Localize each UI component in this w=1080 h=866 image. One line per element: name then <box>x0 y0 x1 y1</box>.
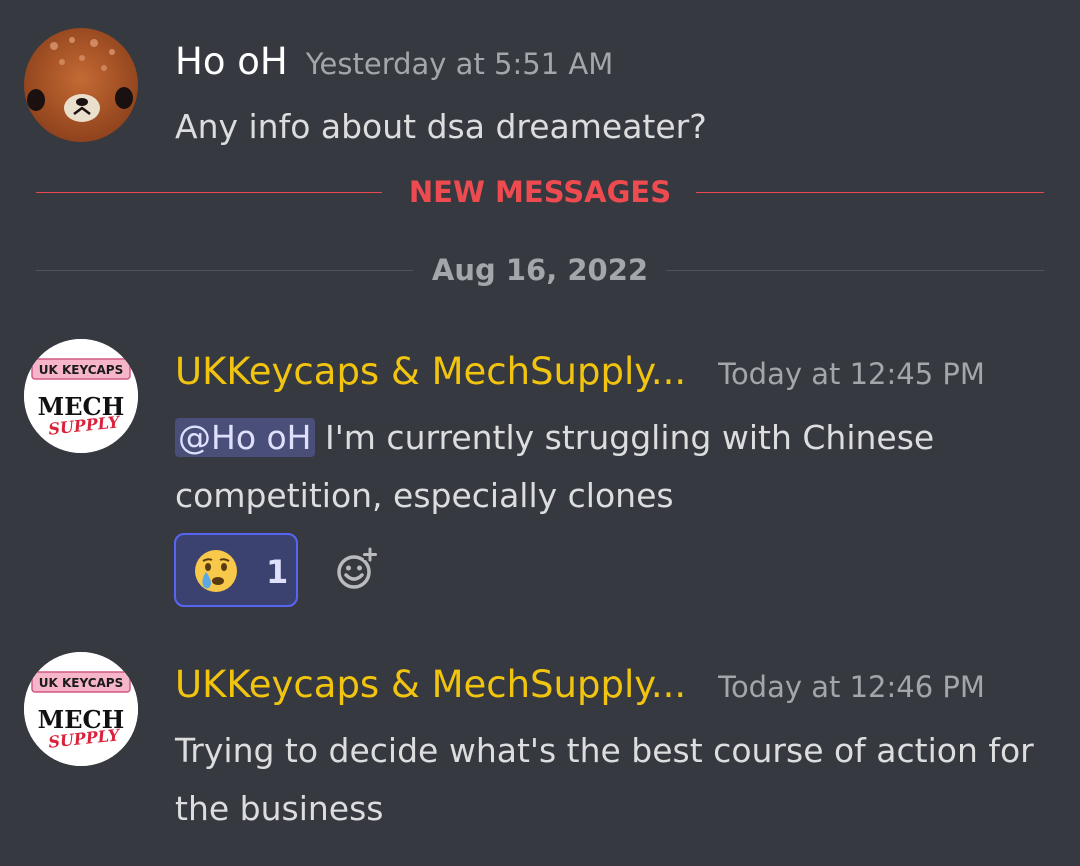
timestamp: Yesterday at 5:51 AM <box>305 47 614 81</box>
new-messages-divider: NEW MESSAGES <box>36 172 1044 212</box>
avatar-bear[interactable] <box>24 28 138 142</box>
logo-top-text: UK KEYCAPS <box>39 676 124 690</box>
user-mention[interactable]: @Ho oH <box>175 418 315 457</box>
add-reaction-icon[interactable] <box>332 546 380 598</box>
avatar-ukkeycaps[interactable]: UK KEYCAPS MECH SUPPLY <box>24 652 138 766</box>
new-messages-label: NEW MESSAGES <box>408 175 672 209</box>
author-name[interactable]: UKKeycaps & MechSupply... <box>175 350 686 393</box>
crying-face-icon <box>192 547 240 599</box>
author-name[interactable]: UKKeycaps & MechSupply... <box>175 663 686 706</box>
message-text: @Ho oH I'm currently struggling with Chi… <box>175 409 1055 525</box>
timestamp: Today at 12:46 PM <box>718 670 985 704</box>
date-divider: Aug 16, 2022 <box>36 250 1044 290</box>
date-label: Aug 16, 2022 <box>431 253 649 287</box>
avatar-ukkeycaps[interactable]: UK KEYCAPS MECH SUPPLY <box>24 339 138 453</box>
message-text: Trying to decide what's the best course … <box>175 731 1034 828</box>
logo-top-text: UK KEYCAPS <box>39 363 124 377</box>
message-text: Any info about dsa dreameater? <box>175 107 707 146</box>
reaction-count: 1 <box>266 553 289 591</box>
author-name[interactable]: Ho oH <box>175 40 288 83</box>
ukkeycaps-logo-image: UK KEYCAPS MECH SUPPLY <box>24 652 138 766</box>
timestamp: Today at 12:45 PM <box>718 357 985 391</box>
reaction-button[interactable]: 1 <box>174 533 298 607</box>
ukkeycaps-logo-image: UK KEYCAPS MECH SUPPLY <box>24 339 138 453</box>
bear-avatar-image <box>24 28 138 142</box>
